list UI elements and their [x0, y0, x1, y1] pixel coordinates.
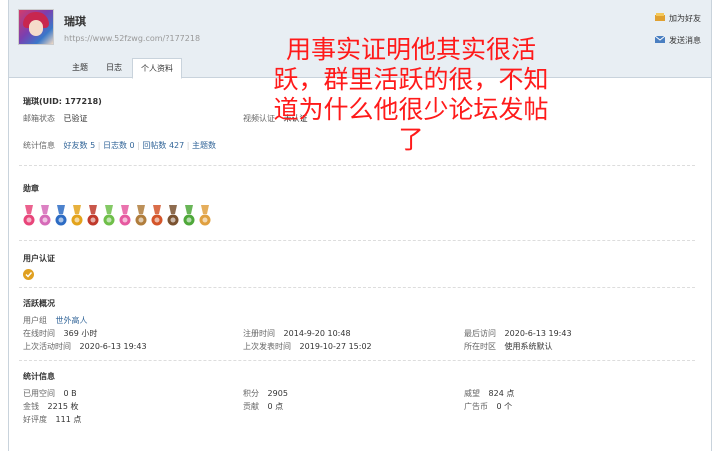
divider	[19, 360, 695, 361]
activity-title: 活跃概况	[23, 299, 55, 308]
overlay-caption: 用事实证明他其实很活 跃，群里活跃的很，不知 道为什么他很少论坛发帖 了	[273, 35, 549, 154]
timezone: 所在时区 使用系统默认	[464, 341, 553, 352]
medal-icon[interactable]	[55, 205, 67, 229]
timezone-value: 使用系统默认	[504, 342, 553, 351]
ad-coin-label: 广告币	[464, 402, 488, 411]
rating-label: 好评度	[23, 415, 47, 424]
stats-title: 统计信息	[23, 372, 55, 381]
money-label: 金钱	[23, 402, 39, 411]
tab-threads[interactable]: 主题	[64, 58, 96, 77]
medal-icon[interactable]	[71, 205, 83, 229]
uid-line: 瑞琪(UID: 177218)	[23, 97, 102, 106]
medal-icon[interactable]	[103, 205, 115, 229]
last-post: 上次发表时间 2019-10-27 15:02	[243, 341, 372, 352]
send-message-button[interactable]: 发送消息	[654, 34, 701, 46]
divider	[19, 165, 695, 166]
last-post-value: 2019-10-27 15:02	[299, 342, 372, 351]
rating-value: 111 点	[55, 415, 82, 424]
verified-badge-icon[interactable]	[23, 269, 34, 280]
money: 金钱 2215 枚	[23, 401, 78, 412]
rating: 好评度 111 点	[23, 414, 81, 425]
add-friend-button[interactable]: 加为好友	[655, 12, 701, 24]
contribution: 贡献 0 点	[243, 401, 283, 412]
money-value: 2215 枚	[47, 402, 79, 411]
timezone-label: 所在时区	[464, 342, 496, 351]
medal-icon[interactable]	[39, 205, 51, 229]
add-friend-icon	[655, 12, 665, 24]
used-space-label: 已用空间	[23, 389, 55, 398]
profile-url[interactable]: https://www.52fzwg.com/?177218	[64, 34, 200, 43]
add-friend-label: 加为好友	[669, 13, 701, 23]
email-status: 邮箱状态 已验证	[23, 113, 88, 124]
points-value: 2905	[267, 389, 288, 398]
ad-coin-value: 0 个	[496, 402, 513, 411]
last-post-label: 上次发表时间	[243, 342, 291, 351]
register-time-value: 2014-9-20 10:48	[283, 329, 351, 338]
ad-coin: 广告币 0 个	[464, 401, 512, 412]
contribution-label: 贡献	[243, 402, 259, 411]
tab-profile[interactable]: 个人资料	[132, 58, 182, 79]
register-time: 注册时间 2014-9-20 10:48	[243, 328, 351, 339]
blogs-count[interactable]: 日志数 0	[103, 141, 135, 150]
medal-icon[interactable]	[199, 205, 211, 229]
username[interactable]: 瑞琪	[64, 13, 86, 29]
last-active-label: 上次活动时间	[23, 342, 71, 351]
medal-icon[interactable]	[151, 205, 163, 229]
send-message-label: 发送消息	[669, 35, 701, 45]
medal-icon[interactable]	[119, 205, 131, 229]
last-visit-label: 最后访问	[464, 329, 496, 338]
prestige: 威望 824 点	[464, 388, 514, 399]
medal-icon[interactable]	[23, 205, 35, 229]
user-group-label: 用户组	[23, 316, 47, 325]
points: 积分 2905	[243, 388, 288, 399]
avatar[interactable]	[18, 9, 54, 45]
friends-count[interactable]: 好友数 5	[64, 141, 96, 150]
medals-title: 勋章	[23, 184, 39, 193]
tab-blogs[interactable]: 日志	[98, 58, 130, 77]
verification-title: 用户认证	[23, 254, 55, 263]
online-time-label: 在线时间	[23, 329, 55, 338]
medal-icon[interactable]	[167, 205, 179, 229]
stats-line: 统计信息 好友数 5 | 日志数 0 | 回帖数 427 | 主题数	[23, 141, 217, 150]
user-group: 用户组 世外高人	[23, 315, 88, 326]
email-status-value: 已验证	[63, 114, 88, 123]
replies-count[interactable]: 回帖数 427	[142, 141, 184, 150]
online-time-value: 369 小时	[63, 329, 98, 338]
medal-icon[interactable]	[183, 205, 195, 229]
last-active-value: 2020-6-13 19:43	[79, 342, 147, 351]
prestige-label: 威望	[464, 389, 480, 398]
divider	[19, 287, 695, 288]
online-time: 在线时间 369 小时	[23, 328, 97, 339]
last-active: 上次活动时间 2020-6-13 19:43	[23, 341, 147, 352]
prestige-value: 824 点	[488, 389, 515, 398]
register-time-label: 注册时间	[243, 329, 275, 338]
used-space: 已用空间 0 B	[23, 388, 77, 399]
avatar-face	[29, 20, 43, 36]
medal-icon[interactable]	[135, 205, 147, 229]
points-label: 积分	[243, 389, 259, 398]
medal-icon[interactable]	[87, 205, 99, 229]
contribution-value: 0 点	[267, 402, 284, 411]
divider	[19, 240, 695, 241]
last-visit-value: 2020-6-13 19:43	[504, 329, 572, 338]
email-status-label: 邮箱状态	[23, 114, 55, 123]
profile-tabs: 主题 日志 个人资料	[64, 58, 184, 79]
used-space-value: 0 B	[63, 389, 77, 398]
stats-line-label: 统计信息	[23, 141, 55, 150]
envelope-icon	[654, 34, 666, 46]
threads-count[interactable]: 主题数	[192, 141, 216, 150]
user-group-value[interactable]: 世外高人	[56, 316, 88, 325]
last-visit: 最后访问 2020-6-13 19:43	[464, 328, 572, 339]
